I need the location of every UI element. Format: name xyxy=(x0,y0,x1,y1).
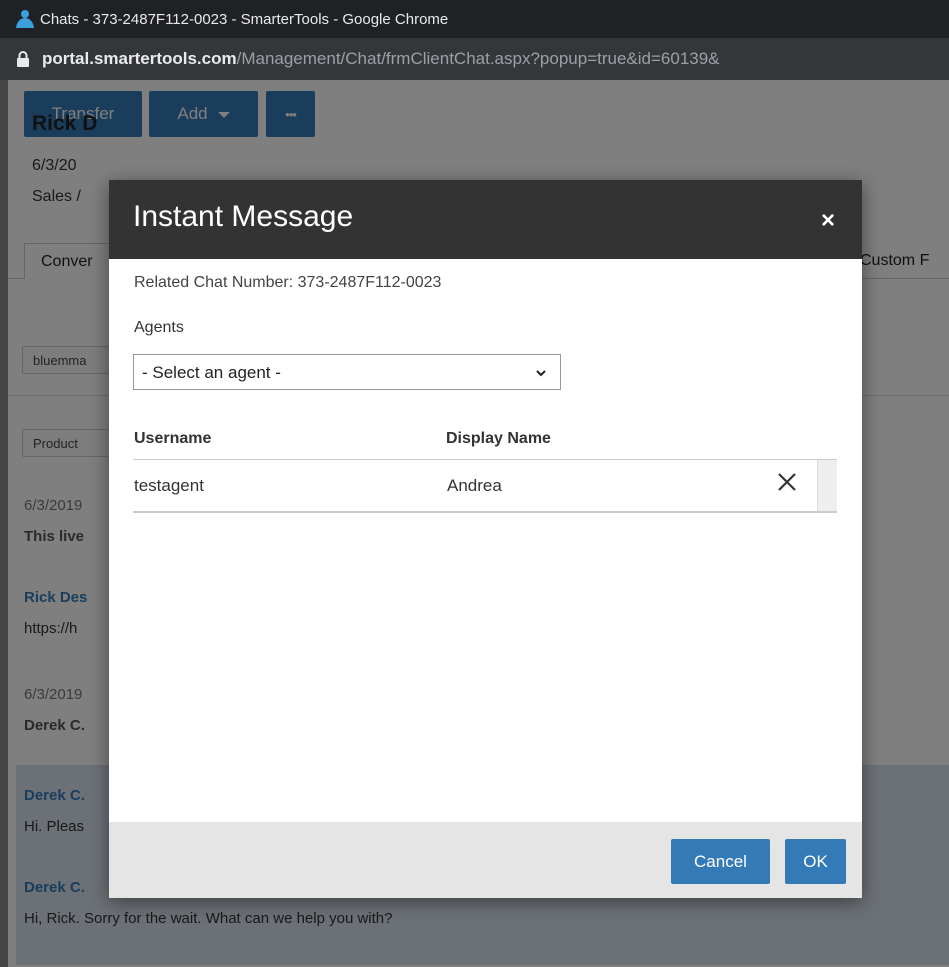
cancel-button[interactable]: Cancel xyxy=(671,839,770,884)
dialog-header: Instant Message × xyxy=(109,180,862,259)
grid-scrollbar[interactable] xyxy=(817,460,837,511)
ok-button[interactable]: OK xyxy=(785,839,846,884)
lock-icon xyxy=(17,51,29,67)
agent-select[interactable]: - Select an agent - xyxy=(133,354,561,390)
url-path: /Management/Chat/frmClientChat.aspx?popu… xyxy=(236,49,720,68)
related-chat-number: Related Chat Number: 373-2487F112-0023 xyxy=(134,274,442,291)
window-title-bar: Chats - 373-2487F112-0023 - SmarterTools… xyxy=(0,0,949,38)
agent-select-value: - Select an agent - xyxy=(142,363,281,382)
address-bar[interactable]: portal.smartertools.com/Management/Chat/… xyxy=(0,38,949,80)
grid-divider xyxy=(133,511,837,513)
dialog-footer: Cancel OK xyxy=(109,822,862,898)
column-header-username: Username xyxy=(134,430,212,447)
url-host: portal.smartertools.com xyxy=(42,49,237,68)
chevron-down-icon xyxy=(536,370,546,377)
column-header-display-name: Display Name xyxy=(446,430,551,447)
user-icon xyxy=(16,10,34,28)
close-icon[interactable]: × xyxy=(818,209,838,233)
grid-divider xyxy=(133,459,837,460)
remove-agent-icon[interactable] xyxy=(776,471,798,493)
agent-username: testagent xyxy=(134,476,204,495)
window-title: Chats - 373-2487F112-0023 - SmarterTools… xyxy=(40,10,449,28)
agent-display-name: Andrea xyxy=(447,476,502,495)
instant-message-dialog: Instant Message × Related Chat Number: 3… xyxy=(109,180,862,898)
dialog-title: Instant Message xyxy=(133,200,354,233)
agents-label: Agents xyxy=(134,319,184,336)
